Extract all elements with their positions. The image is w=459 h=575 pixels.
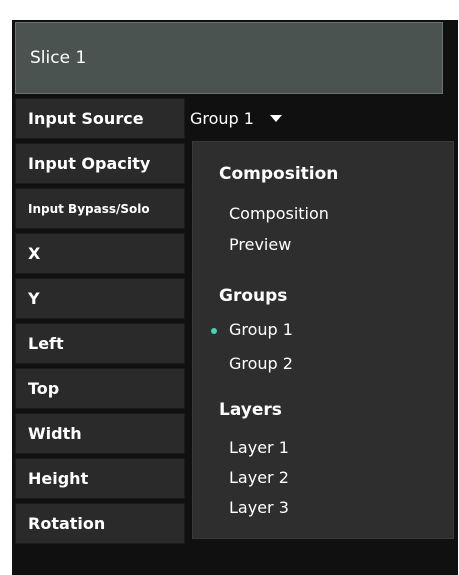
menu-section-header: Layers: [219, 400, 282, 420]
menu-item-layer-3[interactable]: Layer 3: [229, 498, 289, 517]
menu-item-preview[interactable]: Preview: [229, 235, 291, 254]
selected-dot-icon: [211, 328, 217, 334]
row-input-source: Input Source Group 1: [15, 98, 455, 139]
row-label: Height: [15, 458, 185, 499]
input-source-menu: Composition Composition Preview Groups G…: [192, 141, 454, 539]
menu-item-group-2[interactable]: Group 2: [229, 354, 293, 373]
row-label: Width: [15, 413, 185, 454]
row-label: X: [15, 233, 185, 274]
menu-item-group-1[interactable]: Group 1: [229, 320, 293, 339]
slice-title-bar: Slice 1: [15, 22, 443, 94]
row-label: Rotation: [15, 503, 185, 544]
menu-section-header: Composition: [219, 164, 339, 184]
row-label: Y: [15, 278, 185, 319]
input-source-value: Group 1: [190, 109, 254, 128]
chevron-down-icon: [269, 115, 282, 122]
row-label: Left: [15, 323, 185, 364]
menu-item-composition[interactable]: Composition: [229, 204, 329, 223]
input-source-dropdown[interactable]: Group 1: [190, 98, 282, 139]
menu-item-layer-1[interactable]: Layer 1: [229, 438, 289, 457]
slice-title: Slice 1: [30, 48, 87, 68]
menu-item-layer-2[interactable]: Layer 2: [229, 468, 289, 487]
row-label: Input Opacity: [15, 143, 185, 184]
row-label: Top: [15, 368, 185, 409]
row-label: Input Source: [15, 98, 185, 139]
row-label: Input Bypass/Solo: [15, 188, 185, 229]
menu-section-header: Groups: [219, 286, 288, 306]
